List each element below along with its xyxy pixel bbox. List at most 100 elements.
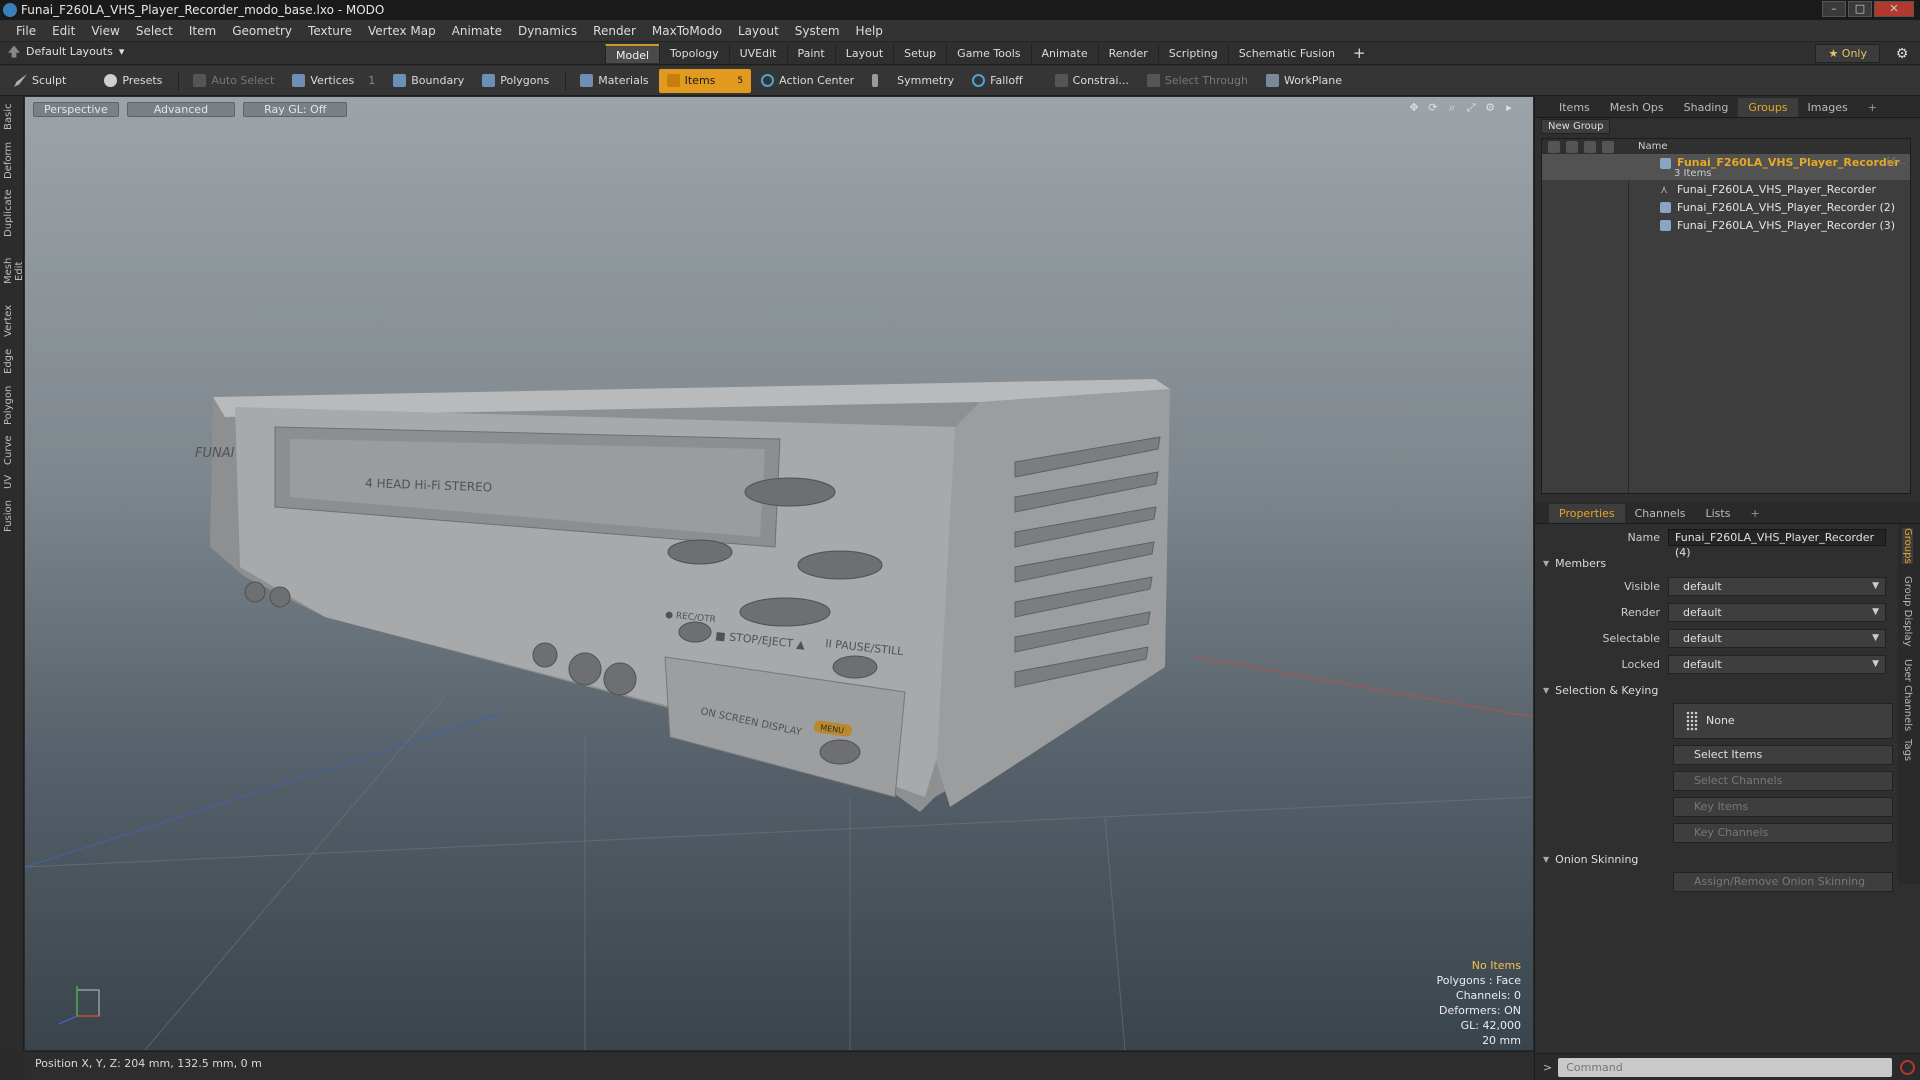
menu-system[interactable]: System [787,24,848,38]
tab-topology[interactable]: Topology [659,44,729,63]
tab-layout[interactable]: Layout [834,44,893,63]
tab-shading[interactable]: Shading [1674,98,1739,117]
select-icon[interactable] [1602,140,1614,153]
tab-properties[interactable]: Properties [1549,503,1625,523]
sculpt-button[interactable]: Sculpt [6,69,74,93]
tab-groups[interactable]: Groups [1738,97,1798,117]
select-items-button[interactable]: Select Items [1673,745,1893,765]
tab-render[interactable]: Render [1097,44,1158,63]
onion-skinning-section[interactable]: ▼ Onion Skinning [1535,849,1895,869]
vertices-button[interactable]: Vertices 1 [284,69,383,93]
fit-icon[interactable]: ⤢ [1465,102,1477,114]
menu-animate[interactable]: Animate [444,24,510,38]
side-tab-user-channels[interactable]: User Channels [1902,659,1913,731]
menu-select[interactable]: Select [128,24,181,38]
tree-row[interactable]: Funai_F260LA_VHS_Player_Recorder (2) [1542,198,1910,216]
maximize-button[interactable]: □ [1848,1,1872,17]
tab-edge[interactable]: Edge [3,347,21,375]
minimize-button[interactable]: – [1822,1,1846,17]
render-select[interactable]: default ▼ [1668,603,1886,622]
side-tab-group-display[interactable]: Group Display [1902,576,1913,646]
tab-duplicate[interactable]: Duplicate [3,189,21,237]
tab-paint[interactable]: Paint [786,44,835,63]
tab-basic[interactable]: Basic [3,103,21,131]
presets-button[interactable]: Presets [96,69,170,93]
tab-model[interactable]: Model [605,44,660,63]
tree-row[interactable]: ⋏ Funai_F260LA_VHS_Player_Recorder [1542,180,1910,198]
tree-row[interactable]: Funai_F260LA_VHS_Player_Recorder (3) [1542,216,1910,234]
auto-select-button[interactable]: Auto Select [185,69,282,93]
select-through-button[interactable]: Select Through [1139,69,1256,93]
viewport-menu-icon[interactable]: ▸ [1503,102,1515,114]
menu-dynamics[interactable]: Dynamics [510,24,585,38]
viewport-settings-icon[interactable]: ⚙ [1484,102,1496,114]
side-tab-tags[interactable]: Tags [1902,739,1913,761]
falloff-button[interactable]: Falloff [964,69,1030,93]
close-button[interactable]: ✕ [1874,1,1914,17]
menu-file[interactable]: File [8,24,44,38]
name-field[interactable]: Funai_F260LA_VHS_Player_Recorder (4) [1668,529,1886,559]
select-channels-button[interactable]: Select Channels [1673,771,1893,791]
tab-uvedit[interactable]: UVEdit [728,44,787,63]
action-center-button[interactable]: Action Center [753,69,862,93]
tab-items[interactable]: Items [1549,98,1600,117]
tab-channels[interactable]: Channels [1625,504,1696,523]
tab-setup[interactable]: Setup [893,44,946,63]
menu-item[interactable]: Item [181,24,224,38]
add-panel-tab-button[interactable]: + [1858,98,1887,117]
add-tab-button[interactable]: + [1345,44,1374,63]
tab-images[interactable]: Images [1798,98,1858,117]
boundary-button[interactable]: Boundary [385,69,472,93]
render-icon[interactable] [1566,140,1578,153]
tab-deform[interactable]: Deform [3,142,21,179]
members-section[interactable]: ▼ Members [1535,553,1895,573]
none-button[interactable]: None [1673,703,1893,739]
command-input[interactable]: Command [1558,1057,1893,1077]
tab-game-tools[interactable]: Game Tools [946,44,1030,63]
3d-viewport[interactable]: FUNAI 4 HEAD Hi-Fi STEREO ■ STOP/EJECT ▲… [25,97,1533,1050]
tab-polygon[interactable]: Polygon [3,385,21,425]
visible-select[interactable]: default ▼ [1668,577,1886,596]
tab-schematic-fusion[interactable]: Schematic Fusion [1227,44,1345,63]
tab-curve[interactable]: Curve [3,435,21,465]
tab-vertex[interactable]: Vertex [3,305,21,337]
stop-icon[interactable] [1900,1059,1916,1075]
group-row[interactable]: Funai_F260LA_VHS_Player_Recorder (4... 3… [1542,154,1910,180]
assign-onion-button[interactable]: Assign/Remove Onion Skinning [1673,872,1893,892]
pan-icon[interactable]: ✥ [1408,102,1420,114]
tab-scripting[interactable]: Scripting [1157,44,1228,63]
layout-dropdown[interactable]: Default Layouts ▾ [8,45,124,58]
workplane-button[interactable]: WorkPlane [1258,69,1350,93]
perspective-button[interactable]: Perspective [33,102,119,117]
menu-view[interactable]: View [83,24,127,38]
selectable-select[interactable]: default ▼ [1668,629,1886,648]
rotate-icon[interactable]: ⟳ [1427,102,1439,114]
menu-help[interactable]: Help [848,24,891,38]
tab-fusion[interactable]: Fusion [3,499,21,533]
menu-maxtomodo[interactable]: MaxToModo [644,24,730,38]
add-bottom-tab-button[interactable]: + [1740,504,1769,523]
locked-select[interactable]: default ▼ [1668,655,1886,674]
menu-layout[interactable]: Layout [730,24,787,38]
tab-animate[interactable]: Animate [1030,44,1098,63]
side-tab-groups[interactable]: Groups [1902,528,1913,564]
key-channels-button[interactable]: Key Channels [1673,823,1893,843]
tab-mesh-edit[interactable]: Mesh Edit [3,247,25,295]
constraints-button[interactable]: Constrai... [1047,69,1137,93]
key-items-button[interactable]: Key Items [1673,797,1893,817]
zoom-icon[interactable]: ⌕ [1446,102,1458,114]
advanced-button[interactable]: Advanced [126,102,236,117]
visibility-icon[interactable] [1548,140,1560,153]
raygl-button[interactable]: Ray GL: Off [243,102,348,117]
selection-keying-section[interactable]: ▼ Selection & Keying [1535,680,1895,700]
new-group-button[interactable]: New Group [1541,119,1611,134]
lock-icon[interactable] [1584,140,1596,153]
menu-render[interactable]: Render [585,24,644,38]
menu-vertex-map[interactable]: Vertex Map [360,24,444,38]
menu-edit[interactable]: Edit [44,24,83,38]
materials-button[interactable]: Materials [572,69,656,93]
tab-lists[interactable]: Lists [1696,504,1741,523]
only-button[interactable]: ★ Only [1815,44,1880,63]
gear-icon[interactable]: ⚙ [1894,46,1910,62]
menu-geometry[interactable]: Geometry [224,24,300,38]
